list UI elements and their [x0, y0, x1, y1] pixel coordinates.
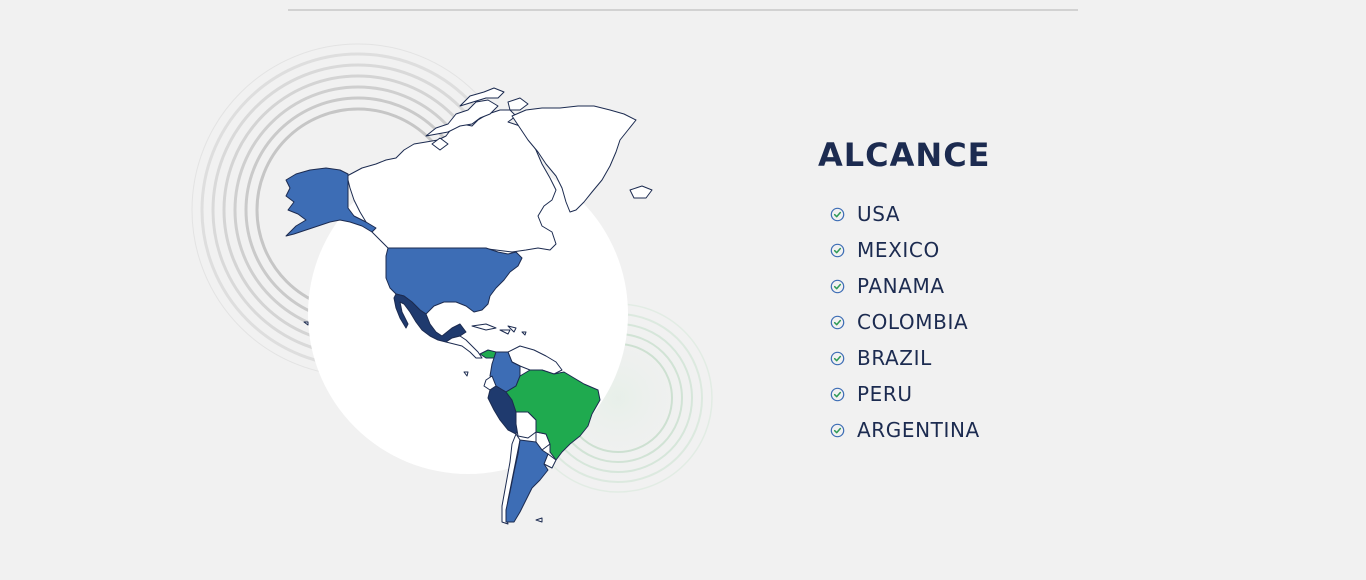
country-label: MEXICO [857, 238, 940, 262]
reach-panel: ALCANCE USA MEXICO PANAMA COLOMBIA BRAZI… [818, 136, 1178, 448]
country-label: BRAZIL [857, 346, 932, 370]
top-divider [288, 9, 1078, 11]
country-item-argentina: ARGENTINA [830, 412, 1178, 448]
country-label: USA [857, 202, 901, 226]
country-item-colombia: COLOMBIA [830, 304, 1178, 340]
country-item-panama: PANAMA [830, 268, 1178, 304]
check-circle-icon [830, 207, 845, 221]
country-item-usa: USA [830, 196, 1178, 232]
country-list: USA MEXICO PANAMA COLOMBIA BRAZIL PERU A… [818, 196, 1178, 448]
check-circle-icon [830, 423, 845, 437]
country-label: PANAMA [857, 274, 945, 298]
country-label: ARGENTINA [857, 418, 980, 442]
check-circle-icon [830, 351, 845, 365]
falkland-islands [535, 517, 543, 523]
check-circle-icon [830, 243, 845, 257]
americas-map-illustration [190, 40, 720, 540]
check-circle-icon [830, 279, 845, 293]
country-item-peru: PERU [830, 376, 1178, 412]
reach-title: ALCANCE [818, 136, 991, 174]
check-circle-icon [830, 315, 845, 329]
country-item-brazil: BRAZIL [830, 340, 1178, 376]
country-label: COLOMBIA [857, 310, 969, 334]
iceland-shape [629, 185, 653, 199]
country-item-mexico: MEXICO [830, 232, 1178, 268]
country-label: PERU [857, 382, 913, 406]
check-circle-icon [830, 387, 845, 401]
